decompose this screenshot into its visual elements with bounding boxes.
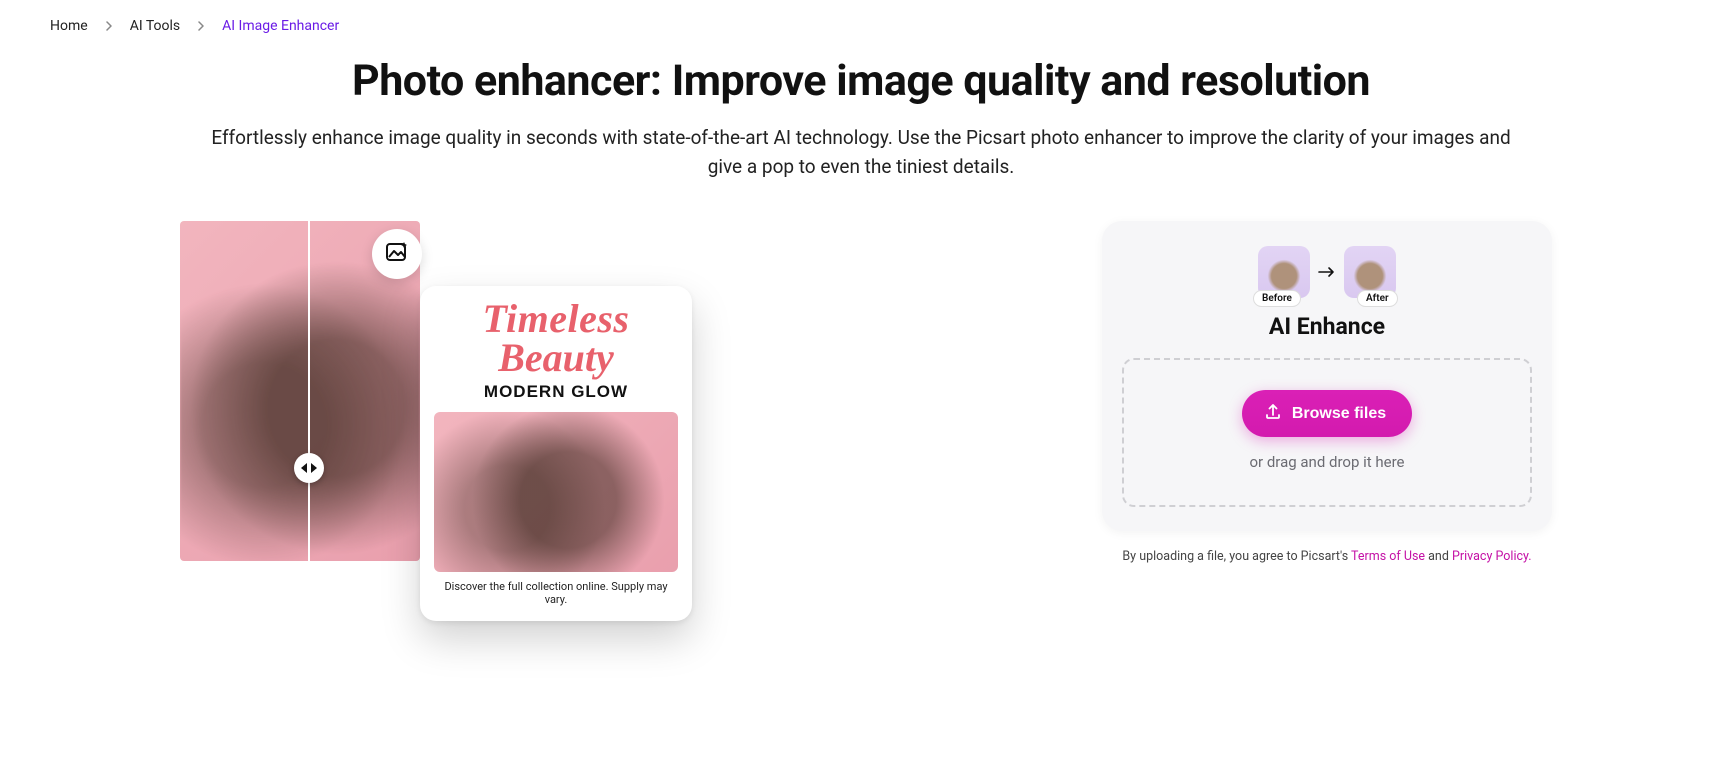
before-badge: Before <box>1253 290 1301 307</box>
legal-prefix: By uploading a file, you agree to Picsar… <box>1122 549 1351 564</box>
enhance-icon-badge <box>372 229 422 279</box>
terms-of-use-link[interactable]: Terms of Use <box>1351 549 1425 564</box>
legal-middle: and <box>1425 549 1452 564</box>
breadcrumb-current: AI Image Enhancer <box>222 18 339 34</box>
legal-text: By uploading a file, you agree to Picsar… <box>1102 549 1552 564</box>
demo-card-caption: Discover the full collection online. Sup… <box>432 580 680 606</box>
demo-card-title-line2: Beauty <box>432 338 680 378</box>
upload-icon <box>1264 402 1282 425</box>
chevron-right-icon <box>196 21 206 31</box>
chevron-right-icon <box>104 21 114 31</box>
drop-hint: or drag and drop it here <box>1134 453 1520 471</box>
browse-files-button[interactable]: Browse files <box>1242 390 1412 437</box>
breadcrumb: Home AI Tools AI Image Enhancer <box>50 18 1672 34</box>
demo-composite: Timeless Beauty MODERN GLOW Discover the… <box>180 221 700 631</box>
dropzone[interactable]: Browse files or drag and drop it here <box>1122 358 1532 507</box>
upload-panel-title: AI Enhance <box>1122 313 1532 340</box>
breadcrumb-ai-tools[interactable]: AI Tools <box>130 18 180 34</box>
privacy-policy-link[interactable]: Privacy Policy. <box>1452 549 1532 564</box>
demo-card-title-line1: Timeless <box>432 300 680 338</box>
image-sparkle-icon <box>384 239 410 269</box>
page-subtitle: Effortlessly enhance image quality in se… <box>211 124 1511 181</box>
upload-panel: Before After AI Enhance Browse files <box>1102 221 1552 531</box>
browse-files-label: Browse files <box>1292 405 1386 423</box>
arrow-right-icon <box>1318 263 1336 282</box>
breadcrumb-home[interactable]: Home <box>50 18 88 34</box>
before-after-preview: Before After <box>1122 243 1532 301</box>
demo-card-thumb <box>434 412 678 572</box>
page-title: Photo enhancer: Improve image quality an… <box>211 56 1511 106</box>
demo-card-subtitle: MODERN GLOW <box>432 382 680 402</box>
compare-divider <box>308 221 310 561</box>
compare-slider-handle[interactable] <box>294 453 324 483</box>
after-badge: After <box>1357 290 1398 307</box>
demo-card: Timeless Beauty MODERN GLOW Discover the… <box>420 286 692 621</box>
